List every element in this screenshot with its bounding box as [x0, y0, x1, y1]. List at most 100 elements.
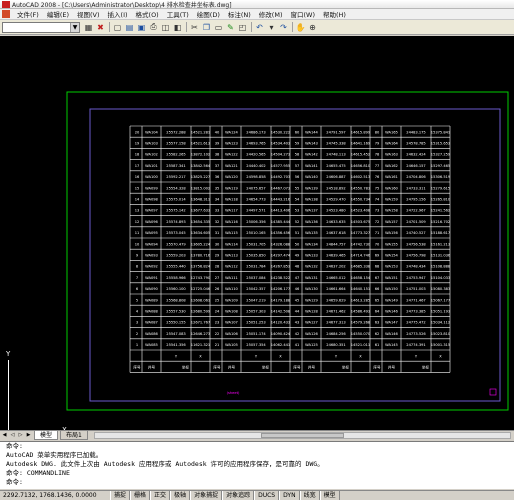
block-editor-icon[interactable]: ◰	[237, 22, 248, 33]
table-cell: 25006.356	[246, 220, 266, 224]
menu-draw[interactable]: 绘图(D)	[193, 9, 224, 19]
preview-icon[interactable]: ◫	[160, 22, 171, 33]
dyn-toggle[interactable]: DYN	[279, 491, 300, 500]
table-header-cell: Y	[175, 354, 178, 358]
layout-tabs: ◀ ◁ ▷ ▶ 模型 布局1	[0, 430, 514, 440]
menu-view[interactable]: 视图(V)	[73, 9, 104, 19]
table-cell: 15	[135, 186, 140, 190]
workspace-combo[interactable]: ▼	[2, 21, 80, 33]
pan-icon[interactable]: ✋	[295, 22, 306, 33]
paste-icon[interactable]: ▭	[213, 22, 224, 33]
new-icon[interactable]: ▢	[112, 22, 123, 33]
table-cell: 13634.605	[191, 231, 210, 235]
table-cell: 15241.562	[431, 209, 450, 213]
document-menu-icon[interactable]	[2, 10, 10, 18]
menu-help[interactable]: 帮助(H)	[319, 9, 350, 19]
table-cell: 15051.193	[431, 309, 450, 313]
command-window[interactable]: 命令: AutoCAD 菜单实用程序已加载。 Autodesk DWG. 此文件…	[0, 441, 514, 489]
ortho-toggle[interactable]: 正交	[150, 491, 171, 500]
undo-dropdown-icon[interactable]: ▾	[266, 22, 277, 33]
table-cell: 24578.785	[406, 141, 425, 145]
table-cell: 24745.338	[326, 141, 346, 145]
redo-icon[interactable]: ↷	[278, 22, 289, 33]
table-cell: WA086	[145, 332, 158, 336]
cut-icon[interactable]: ✂	[189, 22, 200, 33]
polar-toggle[interactable]: 极轴	[170, 491, 191, 500]
drawing-area[interactable]: 20 WA104 25572.288 14521.281 40 WA124 24686.17…	[0, 36, 514, 430]
table-cell: WA138	[305, 197, 318, 201]
table-cell: 24483.175	[406, 130, 425, 134]
table-cell: 13677.633	[191, 209, 210, 213]
matchprop-icon[interactable]: ✎	[225, 22, 236, 33]
table-cell: 24632.424	[406, 153, 426, 157]
table-cell: 1	[136, 343, 138, 347]
first-tab-icon[interactable]: ◀	[1, 432, 8, 439]
scrollbar-thumb[interactable]	[260, 433, 344, 438]
table-cell: WA158	[385, 209, 398, 213]
tab-model[interactable]: 模型	[34, 431, 59, 440]
menu-bar: 文件(F) 编辑(E) 视图(V) 插入(I) 格式(O) 工具(T) 绘图(D…	[0, 9, 514, 20]
save-icon[interactable]: ▣	[136, 22, 147, 33]
menu-format[interactable]: 格式(O)	[132, 9, 163, 19]
table-cell: 24637.618	[326, 231, 346, 235]
command-prompt[interactable]: 命令:	[0, 478, 514, 487]
ducs-toggle[interactable]: DUCS	[254, 491, 280, 500]
chevron-down-icon[interactable]: ▼	[70, 22, 79, 32]
toolbar-separator	[186, 22, 187, 32]
table-cell: 29	[215, 253, 220, 257]
table-cell: 14685.338	[351, 265, 371, 269]
prev-tab-icon[interactable]: ◁	[9, 432, 16, 439]
table-cell: 12743.790	[191, 276, 211, 280]
workspace-settings-icon[interactable]: ▦	[83, 22, 94, 33]
last-tab-icon[interactable]: ▶	[25, 432, 32, 439]
table-cell: 14492.703	[271, 175, 290, 179]
table-cell: 31	[215, 231, 220, 235]
next-tab-icon[interactable]: ▷	[17, 432, 24, 439]
zoom-icon[interactable]: ⊕	[307, 22, 318, 33]
tab-layout1[interactable]: 布局1	[60, 431, 88, 440]
menu-file[interactable]: 文件(F)	[13, 9, 43, 19]
menu-tools[interactable]: 工具(T)	[163, 9, 193, 19]
table-cell: 35	[215, 186, 220, 190]
menu-window[interactable]: 窗口(W)	[286, 9, 319, 19]
table-cell: 65	[375, 298, 380, 302]
osnap-toggle[interactable]: 对象捕捉	[190, 491, 223, 500]
table-cell: WA121	[225, 164, 238, 168]
table-cell: 25574.893	[166, 220, 185, 224]
horizontal-scrollbar[interactable]	[93, 432, 511, 439]
drawing-canvas[interactable]: 20 WA104 25572.288 14521.281 40 WA124 24686.17…	[0, 36, 514, 430]
table-cell: 24795.156	[406, 197, 426, 201]
table-cell: 15108.888	[431, 265, 451, 269]
undo-icon[interactable]: ↶	[254, 22, 265, 33]
snap-toggle[interactable]: 捕捉	[110, 491, 131, 500]
print-icon[interactable]: ⎙	[148, 22, 159, 33]
menu-insert[interactable]: 插入(I)	[104, 9, 132, 19]
table-cell: WA104	[145, 130, 158, 134]
table-cell: 12671.767	[191, 321, 210, 325]
otrack-toggle[interactable]: 对象追踪	[222, 491, 255, 500]
table-cell: 14550.070	[351, 332, 371, 336]
menu-edit[interactable]: 编辑(E)	[43, 9, 73, 19]
close-workspace-icon[interactable]: ✖	[95, 22, 106, 33]
lineweight-toggle[interactable]: 线宽	[299, 491, 320, 500]
table-cell: WA163	[385, 153, 398, 157]
table-cell: WA111	[225, 276, 238, 280]
table-cell: 15216.702	[431, 220, 450, 224]
menu-dimension[interactable]: 标注(N)	[224, 9, 255, 19]
table-cell: 46	[295, 287, 300, 291]
copy-icon[interactable]: ❐	[201, 22, 212, 33]
table-cell: 66	[375, 287, 380, 291]
open-icon[interactable]: ▤	[124, 22, 135, 33]
table-cell: 25037.084	[246, 276, 266, 280]
publish-icon[interactable]: ◧	[172, 22, 183, 33]
table-cell: WA136	[305, 220, 318, 224]
table-cell: 9	[136, 253, 139, 257]
table-cell: 14238.522	[271, 276, 290, 280]
table-cell: 13648.311	[191, 197, 210, 201]
table-cell: 24756.798	[406, 253, 426, 257]
model-toggle[interactable]: 模型	[319, 491, 340, 500]
grid-toggle[interactable]: 栅格	[130, 491, 151, 500]
table-cell: 24529.470	[326, 197, 346, 201]
table-cell: 24661.664	[326, 287, 346, 291]
menu-modify[interactable]: 修改(M)	[255, 9, 287, 19]
